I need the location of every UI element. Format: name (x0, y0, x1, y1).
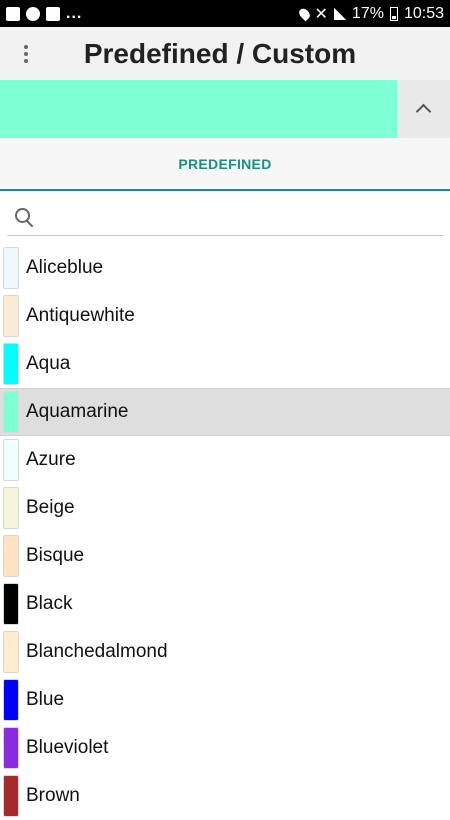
tab-bar: PREDEFINED (0, 138, 450, 191)
color-name-label: Brown (26, 785, 80, 806)
color-swatch (3, 391, 19, 433)
color-name-label: Aliceblue (26, 257, 104, 278)
clock: 10:53 (403, 4, 444, 22)
color-swatch (3, 295, 19, 337)
color-list-item[interactable]: Blueviolet (0, 724, 450, 772)
color-name-label: Black (26, 593, 73, 614)
color-name-label: Bisque (26, 545, 85, 566)
status-bar: ... ✕ 17% 10:53 (0, 0, 450, 27)
selected-color-preview (0, 80, 397, 138)
messenger-icon (26, 6, 40, 21)
color-swatch (3, 631, 19, 673)
color-swatch (3, 487, 19, 529)
color-list-item[interactable]: Blue (0, 676, 450, 724)
color-swatch (3, 775, 19, 817)
battery-percent: 17% (351, 4, 384, 22)
search-input[interactable] (45, 201, 443, 234)
search-bar (7, 200, 443, 236)
signal-icon (333, 7, 346, 20)
color-list-item[interactable]: Black (0, 580, 450, 628)
color-name-label: Blanchedalmond (26, 641, 168, 662)
app-bar: Predefined / Custom (0, 27, 450, 80)
color-list-item[interactable]: Azure (0, 436, 450, 484)
color-list-item[interactable]: Aliceblue (0, 244, 450, 292)
color-swatch (3, 247, 19, 289)
color-list-item[interactable]: Aquamarine (0, 388, 450, 436)
color-list: Aliceblue Antiquewhite Aqua Aquamarine Azure… (0, 244, 450, 820)
color-list-item[interactable]: Bisque (0, 532, 450, 580)
color-list-item[interactable]: Brown (0, 772, 450, 820)
color-swatch (3, 535, 19, 577)
color-swatch (3, 343, 19, 385)
color-list-item[interactable]: Beige (0, 484, 450, 532)
color-name-label: Beige (26, 497, 75, 518)
chevron-up-icon (415, 103, 432, 120)
battery-icon (389, 6, 398, 21)
page-title: Predefined / Custom (83, 37, 357, 69)
color-name-label: Antiquewhite (26, 305, 135, 326)
color-swatch (3, 727, 19, 769)
download-icon (46, 6, 60, 21)
tab-predefined[interactable]: PREDEFINED (178, 156, 271, 172)
more-notifications-indicator: ... (66, 4, 83, 22)
location-icon (296, 6, 312, 21)
color-swatch (3, 583, 19, 625)
gallery-icon (6, 6, 20, 21)
kebab-menu-icon (24, 44, 28, 63)
color-name-label: Aquamarine (26, 401, 129, 422)
search-icon (13, 206, 37, 230)
color-swatch (3, 679, 19, 721)
color-swatch (3, 439, 19, 481)
color-name-label: Aqua (26, 353, 71, 374)
mute-icon: ✕ (314, 5, 328, 23)
color-list-item[interactable]: Aqua (0, 340, 450, 388)
color-name-label: Azure (26, 449, 76, 470)
color-preview-row (0, 80, 450, 138)
color-list-item[interactable]: Blanchedalmond (0, 628, 450, 676)
color-name-label: Blueviolet (26, 737, 109, 758)
collapse-button[interactable] (397, 80, 450, 138)
color-list-item[interactable]: Antiquewhite (0, 292, 450, 340)
color-name-label: Blue (26, 689, 65, 710)
